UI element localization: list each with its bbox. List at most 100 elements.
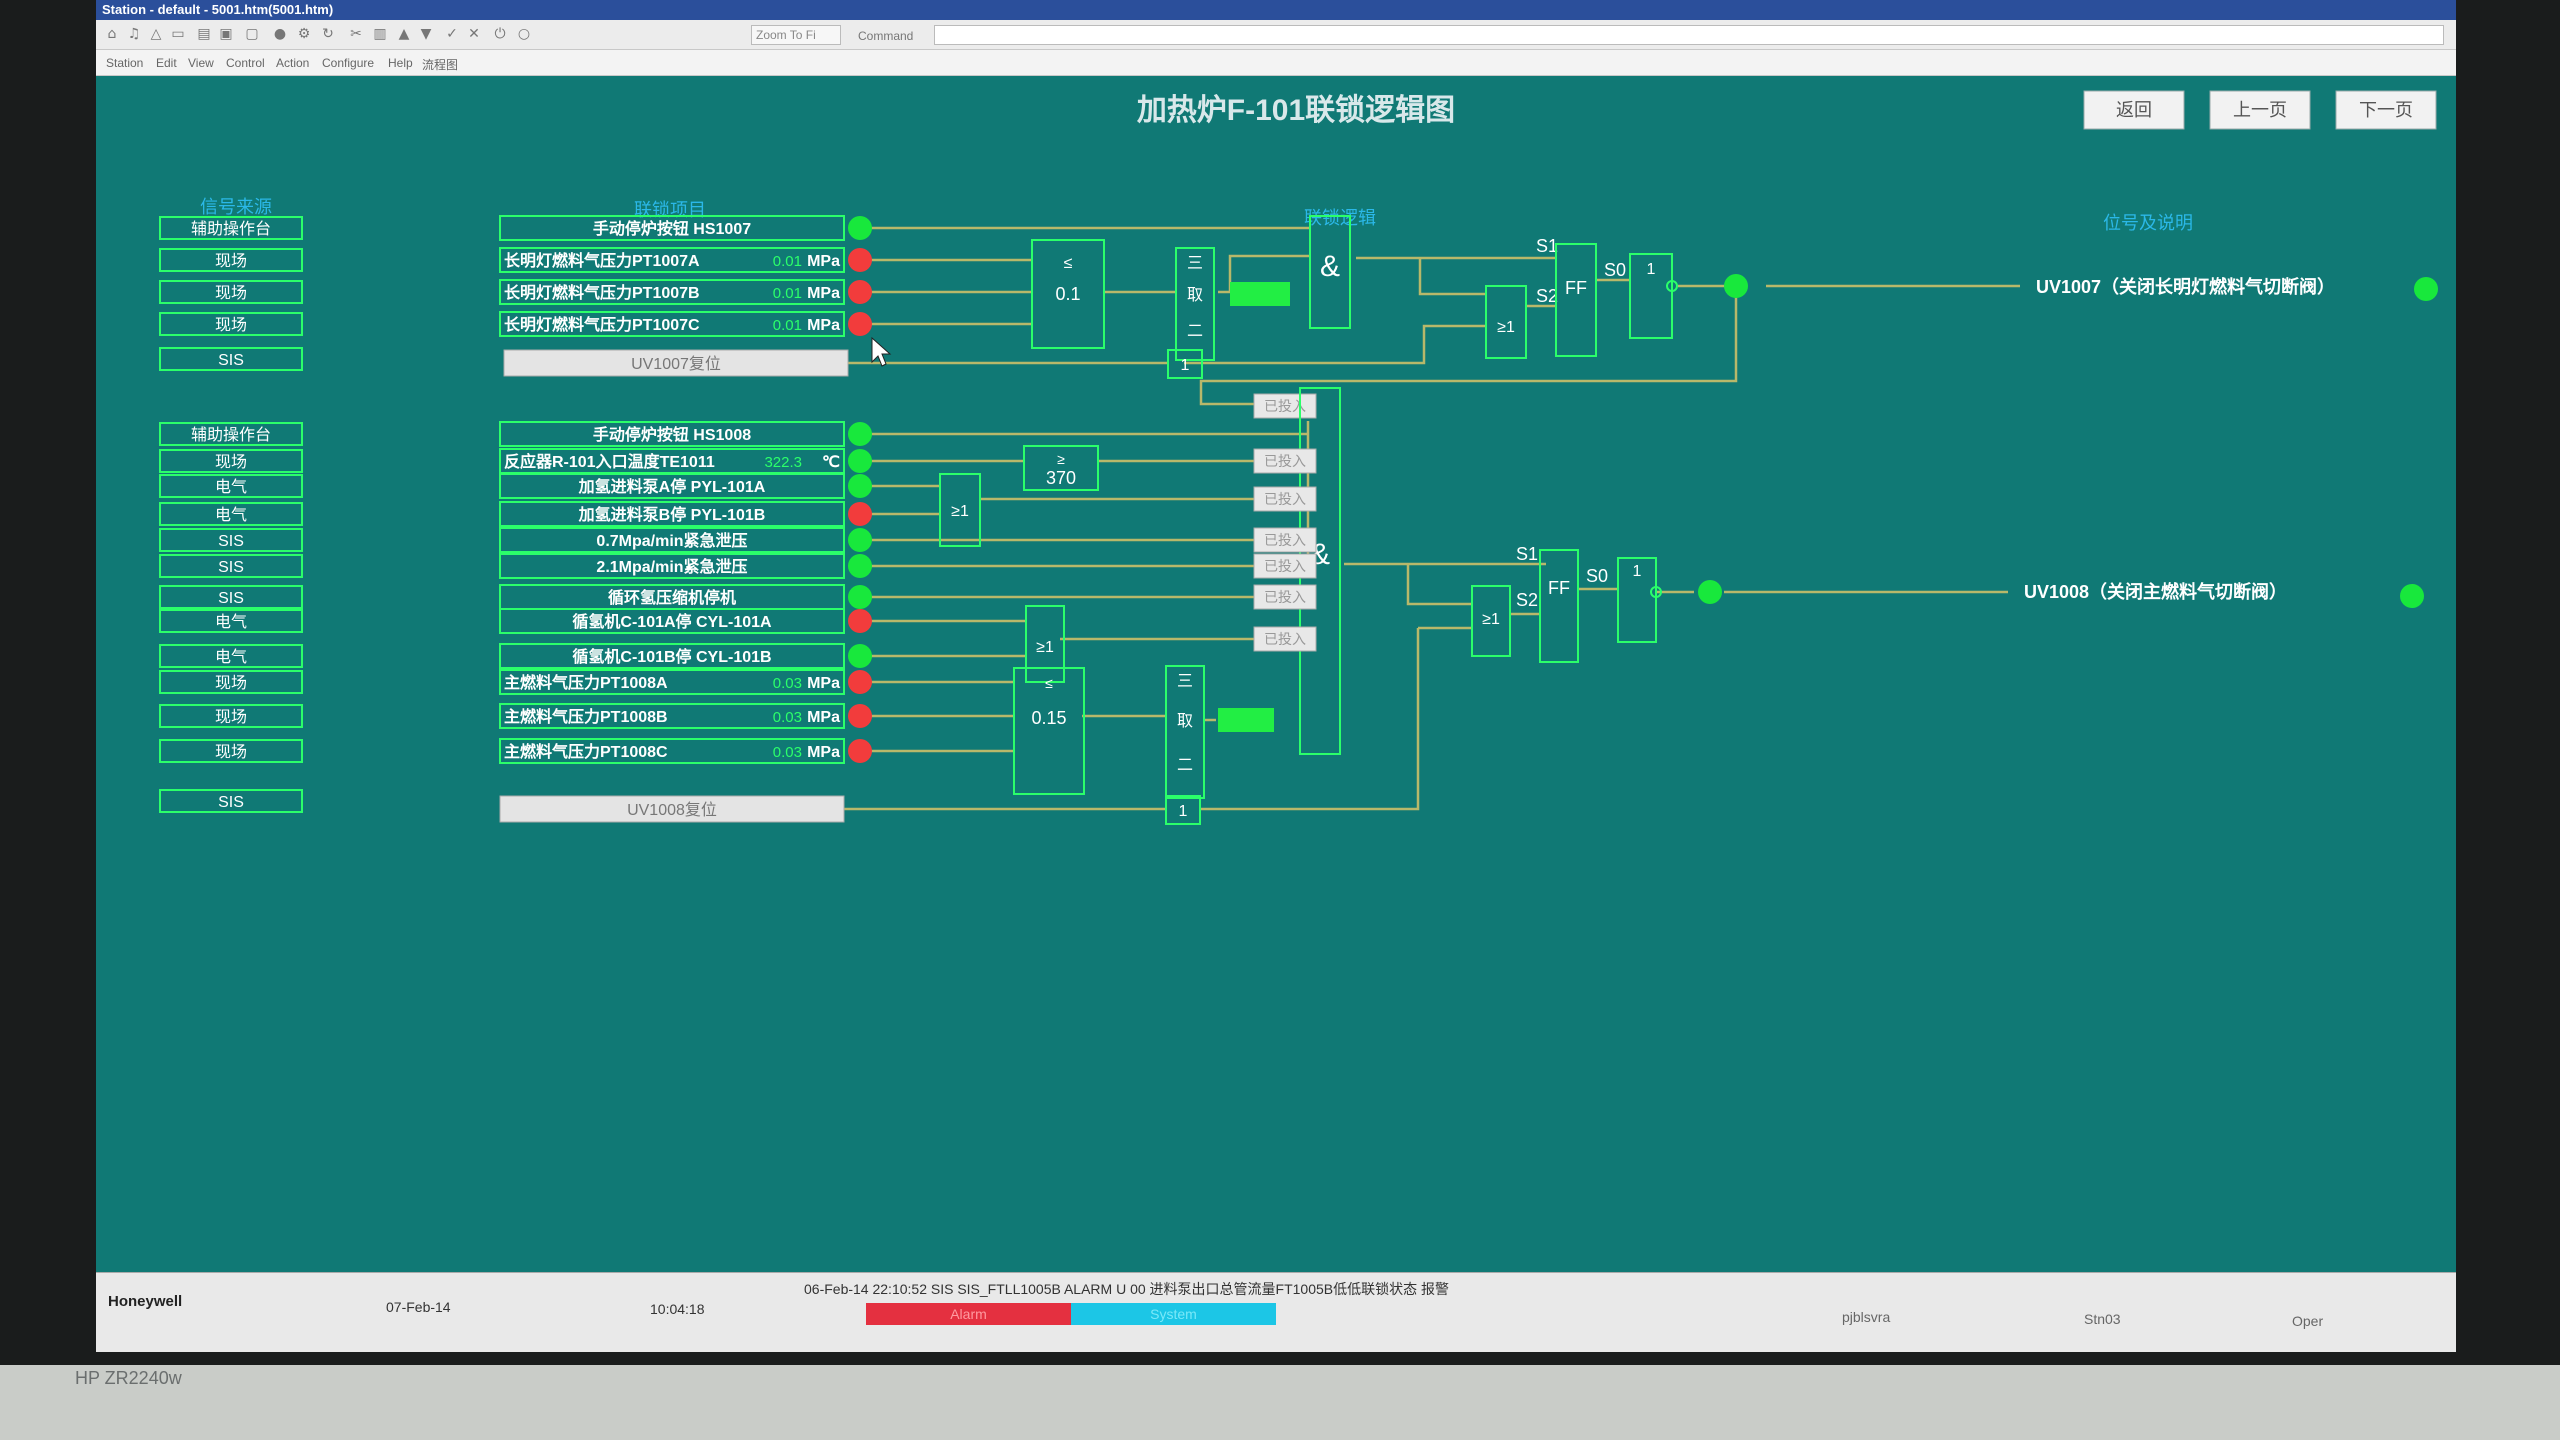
menu-station[interactable]: Station (106, 56, 143, 70)
bypass-enabled-tag[interactable]: 已投入 (1253, 448, 1317, 474)
temperature-compare-block: ≥ 370 (1023, 445, 1099, 491)
zoom-select[interactable]: Zoom To Fi (751, 25, 841, 45)
svg-text:1: 1 (1633, 563, 1642, 580)
s2-row: 电气 加氢进料泵A停 PYL-101A (159, 473, 872, 499)
interlock-item-label: 长明灯燃料气压力PT1007C (504, 315, 700, 334)
window-icon[interactable]: ▭ (170, 26, 186, 42)
svg-text:≤: ≤ (1064, 255, 1073, 272)
ff1-s0-label: S0 (1604, 260, 1626, 280)
status-lamp (848, 216, 872, 240)
svg-text:三: 三 (1187, 255, 1203, 272)
ff2-s2-label: S2 (1516, 590, 1538, 610)
settings-icon[interactable]: ⚙ (296, 26, 312, 42)
signal-source-label: 辅助操作台 (191, 220, 271, 238)
ack-icon[interactable]: ✓ (444, 26, 460, 42)
interlock-item-label: 手动停炉按钮 HS1007 (593, 219, 751, 238)
back-button-label: 返回 (2116, 100, 2152, 120)
status-lamp (848, 704, 872, 728)
status-lamp (848, 644, 872, 668)
honeywell-logo: Honeywell (108, 1293, 183, 1310)
ff2-s0-label: S0 (1586, 566, 1608, 586)
interlock-item-label: 主燃料气压力PT1008B (504, 707, 668, 726)
bypass-enabled-tag[interactable]: 已投入 (1253, 626, 1317, 652)
signal-source-label: 辅助操作台 (191, 426, 271, 444)
station-name: Stn03 (2084, 1311, 2121, 1327)
or-gate-pump: ≥1 (939, 473, 981, 547)
signal-source-label: 现场 (215, 284, 247, 302)
svg-text:已投入: 已投入 (1264, 453, 1306, 469)
process-unit: MPa (807, 285, 840, 302)
bypass-enabled-tag[interactable]: 已投入 (1253, 584, 1317, 610)
s2-row: SIS 2.1Mpa/min紧急泄压 (159, 553, 872, 579)
system-tab[interactable]: System (1071, 1303, 1276, 1325)
interlock-item-label: 2.1Mpa/min紧急泄压 (596, 557, 747, 576)
next-page-button[interactable]: 下一页 (2335, 90, 2437, 130)
svg-text:≥1: ≥1 (951, 503, 969, 520)
menu-control[interactable]: Control (226, 56, 265, 70)
svg-text:0.1: 0.1 (1055, 284, 1080, 304)
svg-text:&: & (1320, 250, 1340, 283)
status-lamp (848, 474, 872, 498)
menu-configure[interactable]: Configure (322, 56, 374, 70)
bypass-enabled-tag[interactable]: 已投入 (1253, 486, 1317, 512)
signal-source-label: SIS (218, 590, 244, 607)
home-icon[interactable]: ⌂ (104, 26, 120, 42)
process-unit: MPa (807, 675, 840, 692)
uv1007-reset-button[interactable]: UV1007复位 (503, 349, 849, 377)
power-icon[interactable]: ⏻ (492, 26, 508, 42)
svg-text:≥: ≥ (1057, 451, 1065, 467)
search-icon[interactable]: ○ (516, 26, 532, 42)
prev-page-button[interactable]: 上一页 (2209, 90, 2311, 130)
wire-layer (844, 226, 2020, 811)
menu-help[interactable]: Help (388, 56, 413, 70)
bypass-enabled-hs1008[interactable]: 已投入 (1253, 393, 1317, 419)
silence-icon[interactable]: ✕ (466, 26, 482, 42)
status-lamp (848, 609, 872, 633)
menu-view[interactable]: View (188, 56, 214, 70)
latest-alarm-message[interactable]: 06-Feb-14 22:10:52 SIS SIS_FTLL1005B ALA… (804, 1279, 1449, 1299)
bell-icon[interactable]: ♫ (126, 26, 142, 42)
down-icon[interactable]: ▼ (418, 26, 434, 42)
station-window: Station - default - 5001.htm(5001.htm) ⌂… (96, 0, 2456, 1352)
section1-rows: 辅助操作台 手动停炉按钮 HS1007 现场 长明灯燃料气压力PT1007A 0.01 M… (159, 215, 872, 337)
up-icon[interactable]: ▲ (396, 26, 412, 42)
status-lamp (848, 312, 872, 336)
signal-source-label: 现场 (215, 453, 247, 471)
display-icon[interactable]: ▢ (244, 26, 260, 42)
bypass-enabled-tag[interactable]: 已投入 (1253, 527, 1317, 553)
svg-text:≥1: ≥1 (1036, 639, 1054, 656)
signal-source-label: 电气 (215, 506, 247, 524)
or-gate-1: ≥1 (1485, 285, 1527, 359)
status-lamp (848, 248, 872, 272)
ff1-s2-label: S2 (1536, 286, 1558, 306)
record-icon[interactable]: ● (272, 26, 288, 42)
page-icon[interactable]: ▤ (196, 26, 212, 42)
menu-action[interactable]: Action (276, 56, 309, 70)
frame-icon[interactable]: ▣ (218, 26, 234, 42)
refresh-icon[interactable]: ↻ (320, 26, 336, 42)
signal-source-label: SIS (218, 533, 244, 550)
trend-icon[interactable]: ▥ (372, 26, 388, 42)
status-lamp (848, 585, 872, 609)
cut-icon[interactable]: ✂ (348, 26, 364, 42)
signal-source-label: 现场 (215, 252, 247, 270)
interlock-item-label: 长明灯燃料气压力PT1007B (504, 283, 700, 302)
status-lamp (848, 528, 872, 552)
uv1007-reset-source-label: SIS (218, 352, 244, 369)
process-value: 322.3 (764, 454, 802, 471)
menu-flowchart[interactable]: 流程图 (422, 56, 458, 73)
and-gate-1: & (1309, 215, 1351, 329)
status-lamp (848, 739, 872, 763)
alarm-tab[interactable]: Alarm (866, 1303, 1071, 1325)
alarm-icon[interactable]: △ (148, 26, 164, 42)
uv1008-status-lamp (1698, 580, 1722, 604)
uv1008-reset-button[interactable]: UV1008复位 (499, 795, 845, 823)
menu-edit[interactable]: Edit (156, 56, 177, 70)
command-input[interactable] (934, 25, 2444, 45)
interlock-item-label: 手动停炉按钮 HS1008 (593, 425, 751, 444)
vote-2oo3-block-1: 三 取 二 (1175, 247, 1215, 361)
svg-text:1: 1 (1179, 803, 1188, 820)
server-name: pjblsvra (1842, 1309, 1891, 1325)
back-button[interactable]: 返回 (2083, 90, 2185, 130)
bypass-enabled-tag[interactable]: 已投入 (1253, 553, 1317, 579)
